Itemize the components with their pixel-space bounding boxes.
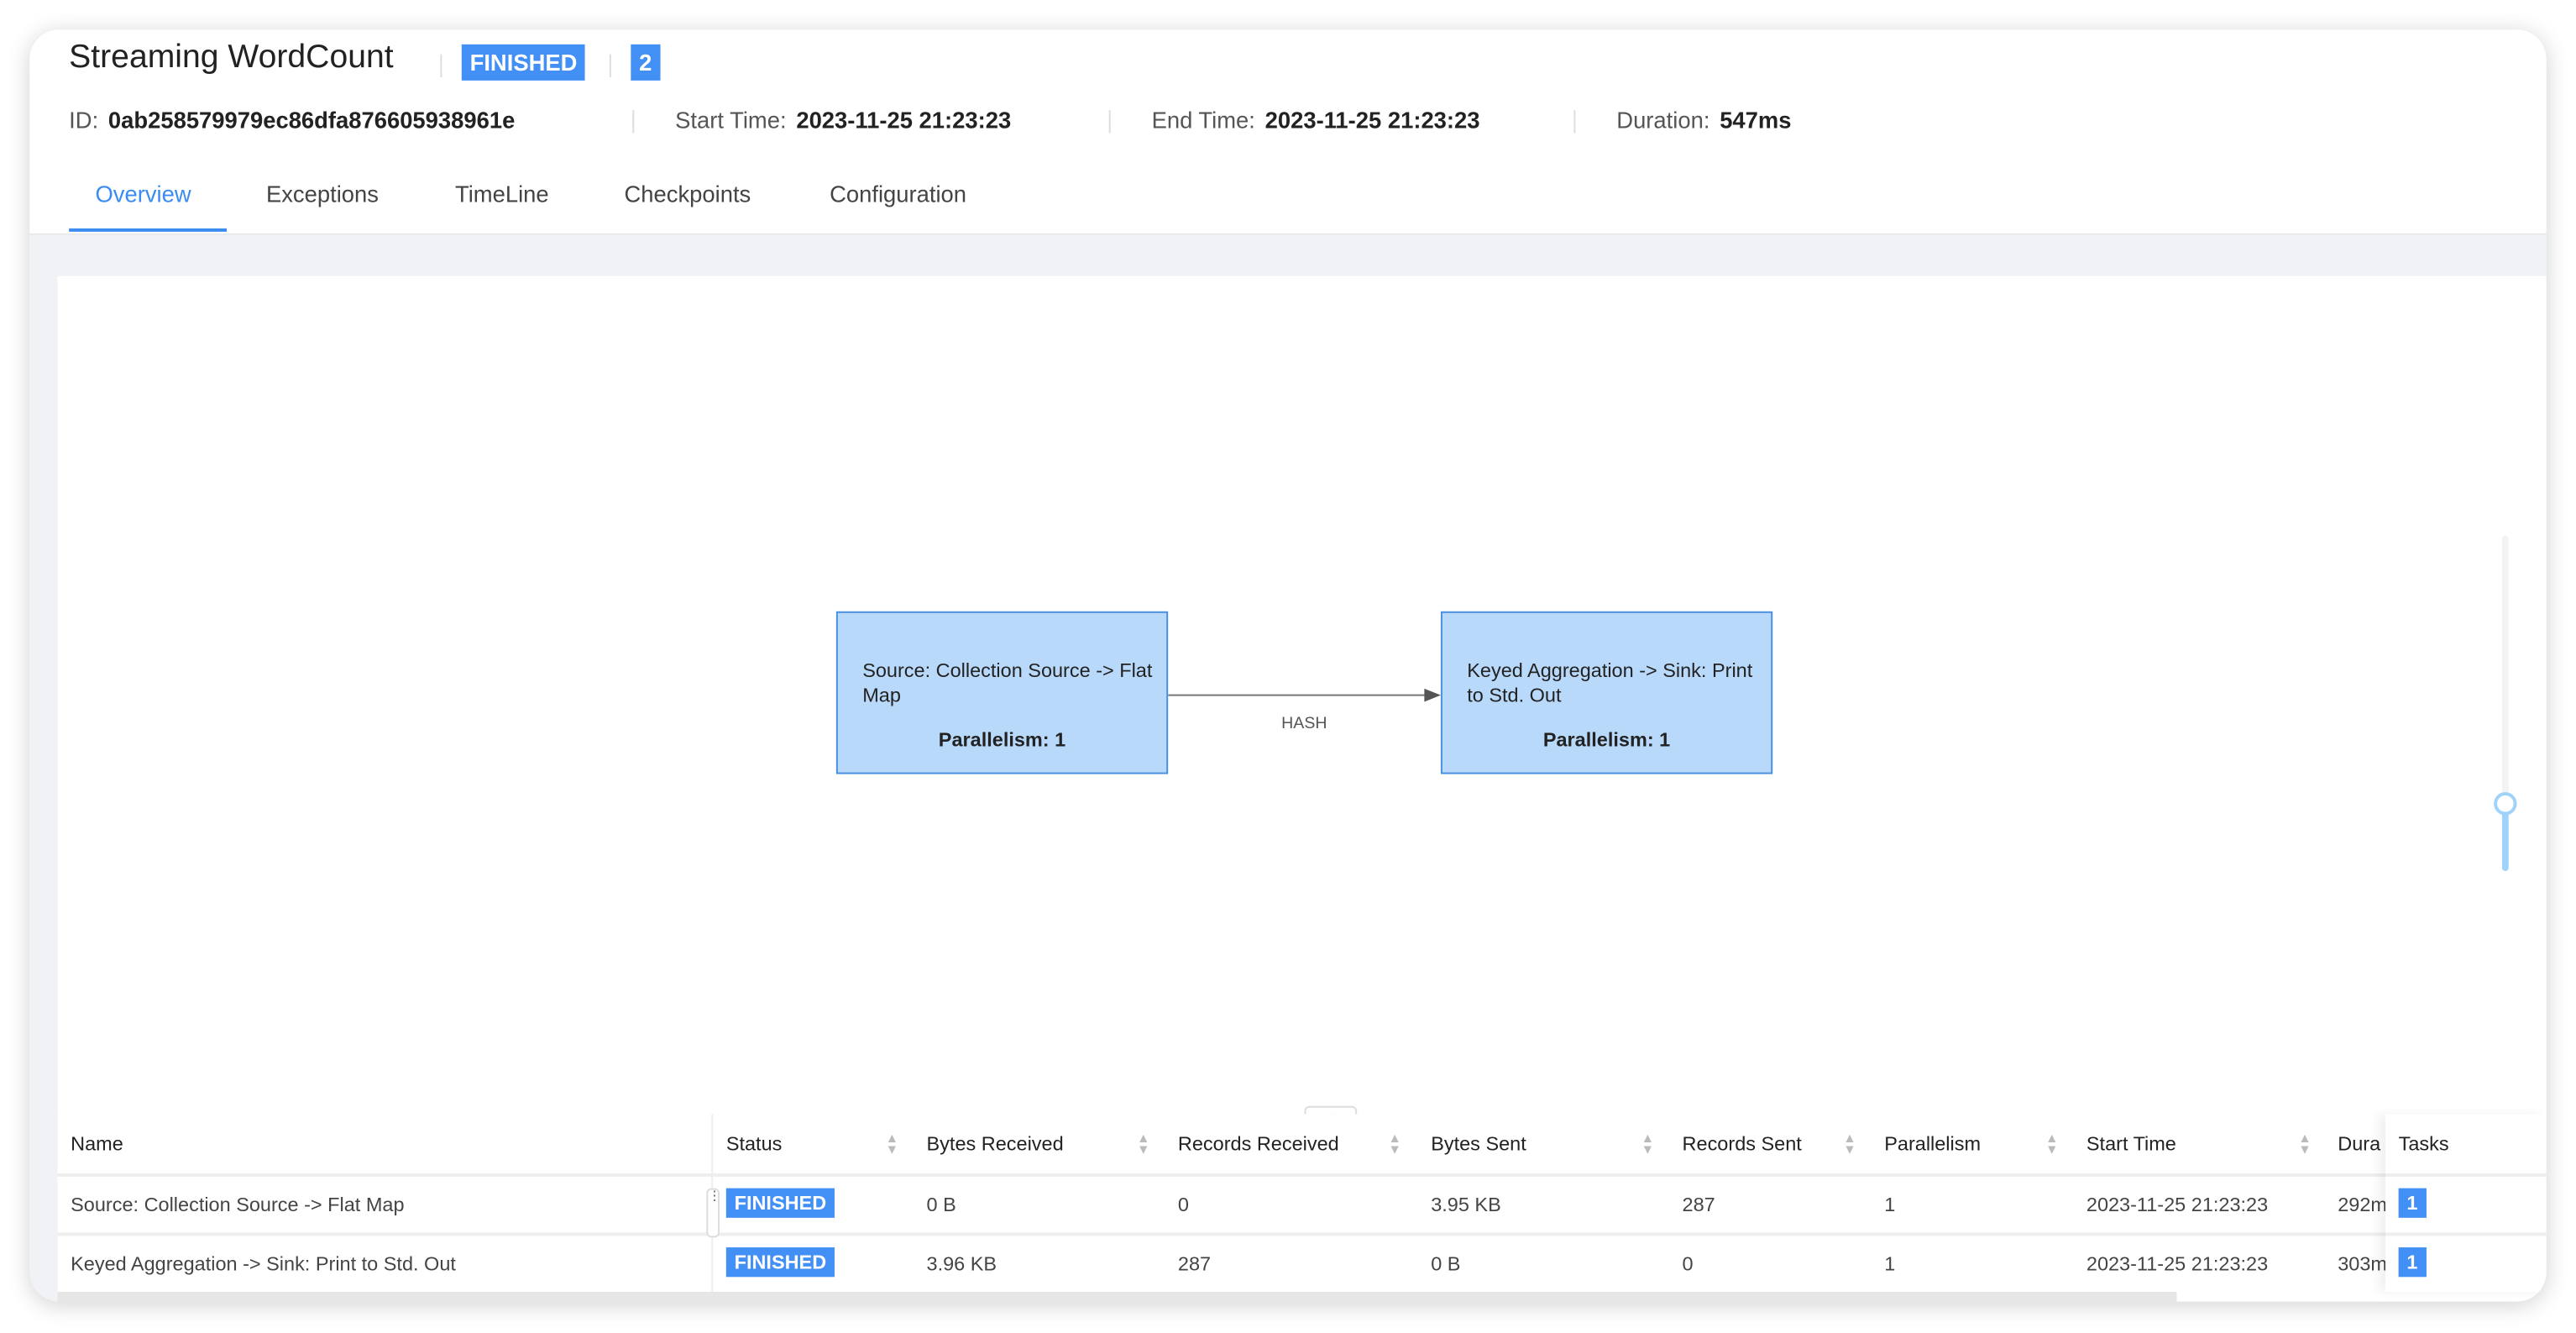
table-cell: 287 <box>1177 1252 1212 1276</box>
vertex-name-link[interactable]: Source: Collection Source -> Flat Map <box>71 1193 404 1215</box>
active-tab-indicator <box>69 228 228 232</box>
column-resize-handle[interactable]: ⋮ <box>706 1188 721 1238</box>
start-time: Start Time: 2023-11-25 21:23:23 <box>675 107 1011 133</box>
sort-icon[interactable]: ▲ ▼ <box>2045 1131 2058 1156</box>
column-header[interactable]: Bytes Sent <box>1431 1132 1526 1155</box>
divider <box>609 54 611 77</box>
column-header: Name <box>71 1132 123 1156</box>
job-detail-card: Streaming WordCount FINISHED 2 ID: 0ab258… <box>29 29 2547 1302</box>
job-header: Streaming WordCount FINISHED 2 ID: 0ab258… <box>29 29 2547 235</box>
tab-checkpoints[interactable]: Checkpoints <box>625 181 751 207</box>
graph-node-sink[interactable]: Keyed Aggregation -> Sink: Print to Std.… <box>1440 611 1773 774</box>
end-time-label: End Time: <box>1151 107 1255 134</box>
table-row[interactable]: Keyed Aggregation -> Sink: Print to Std.… <box>57 1232 2547 1291</box>
job-id-value: 0ab258579979ec86dfa876605938961e <box>107 107 516 134</box>
divider <box>1573 110 1576 134</box>
graph-node-source[interactable]: Source: Collection Source -> Flat Map Pa… <box>835 611 1169 774</box>
column-header[interactable]: Parallelism <box>1884 1132 1981 1155</box>
divider <box>440 54 442 77</box>
arrow-icon <box>1424 688 1441 702</box>
table-cell: 3.95 KB <box>1431 1193 1501 1216</box>
sort-icon[interactable]: ▲ ▼ <box>886 1131 898 1156</box>
column-header[interactable]: Status <box>726 1132 783 1155</box>
column-header[interactable]: Records Sent <box>1683 1132 1802 1155</box>
table-cell: 0 <box>1682 1252 1694 1276</box>
sort-icon[interactable]: ▲ ▼ <box>2298 1131 2311 1156</box>
vertex-name-link[interactable]: Keyed Aggregation -> Sink: Print to Std.… <box>71 1252 456 1275</box>
horizontal-scrollbar[interactable] <box>57 1291 2177 1302</box>
tab-exceptions[interactable]: Exceptions <box>266 181 379 207</box>
column-header[interactable]: Bytes Received <box>927 1132 1064 1155</box>
graph-edge <box>1168 688 1441 702</box>
column-header: Tasks <box>2398 1132 2449 1156</box>
node-label: Keyed Aggregation -> Sink: Print to Std.… <box>1467 659 1753 707</box>
column-header[interactable]: Start Time <box>2086 1132 2176 1155</box>
table-cell: 2023-11-25 21:23:23 <box>2086 1193 2269 1216</box>
table-cell: 292m <box>2338 1193 2385 1216</box>
end-time: End Time: 2023-11-25 21:23:23 <box>1152 107 1480 133</box>
sort-icon[interactable]: ▲ ▼ <box>1137 1131 1150 1156</box>
duration-label: Duration: <box>1616 107 1710 134</box>
tasks-badge[interactable]: 1 <box>2398 1247 2427 1278</box>
start-time-value: 2023-11-25 21:23:23 <box>796 107 1012 134</box>
tab-timeline[interactable]: TimeLine <box>455 181 549 207</box>
table-cell: 1 <box>1884 1193 1896 1216</box>
sort-icon[interactable]: ▲ ▼ <box>1843 1131 1856 1156</box>
table-row[interactable]: Source: Collection Source -> Flat Map FIN… <box>57 1173 2547 1232</box>
table-cell: 0 B <box>926 1193 956 1216</box>
column-header[interactable]: Records Received <box>1178 1132 1339 1155</box>
duration-value: 547ms <box>1720 107 1792 134</box>
node-parallelism: Parallelism: 1 <box>1542 727 1671 752</box>
status-badge: FINISHED <box>725 1188 835 1218</box>
sort-icon[interactable]: ▲ ▼ <box>1641 1131 1655 1156</box>
table-cell: 0 B <box>1431 1252 1461 1276</box>
job-title: Streaming WordCount <box>69 39 394 76</box>
node-label: Source: Collection Source -> Flat Map <box>862 659 1153 707</box>
status-badge: FINISHED <box>725 1247 835 1278</box>
table-cell: 287 <box>1682 1193 1715 1216</box>
table-cell: 3.96 KB <box>926 1252 997 1276</box>
table-header: Name Status ▲ ▼ Bytes Received ▲ ▼ Records Rece… <box>57 1115 2546 1173</box>
status-badge: FINISHED <box>461 44 586 81</box>
node-parallelism: Parallelism: 1 <box>938 727 1066 752</box>
vertex-count-badge: 2 <box>631 44 661 81</box>
table-cell: 303m <box>2338 1252 2385 1276</box>
divider <box>632 110 635 134</box>
vertex-table: Name Status ▲ ▼ Bytes Received ▲ ▼ Records Rece… <box>57 1114 2547 1302</box>
tasks-badge[interactable]: 1 <box>2398 1188 2427 1218</box>
job-id: ID: 0ab258579979ec86dfa876605938961e <box>69 107 515 133</box>
job-id-label: ID: <box>69 107 99 134</box>
divider <box>1108 110 1111 134</box>
tab-configuration[interactable]: Configuration <box>830 181 966 207</box>
edge-label: HASH <box>1281 715 1327 733</box>
zoom-slider-handle[interactable] <box>2494 792 2517 816</box>
table-cell: 0 <box>1177 1193 1189 1216</box>
start-time-label: Start Time: <box>675 107 787 134</box>
job-graph[interactable]: Source: Collection Source -> Flat Map Pa… <box>57 276 2547 1115</box>
duration: Duration: 547ms <box>1616 107 1791 133</box>
column-header: Dura <box>2338 1132 2381 1156</box>
end-time-value: 2023-11-25 21:23:23 <box>1264 107 1480 134</box>
table-cell: 2023-11-25 21:23:23 <box>2086 1252 2269 1276</box>
table-cell: 1 <box>1884 1252 1896 1276</box>
sort-icon[interactable]: ▲ ▼ <box>1388 1131 1401 1156</box>
tab-overview[interactable]: Overview <box>95 181 191 207</box>
